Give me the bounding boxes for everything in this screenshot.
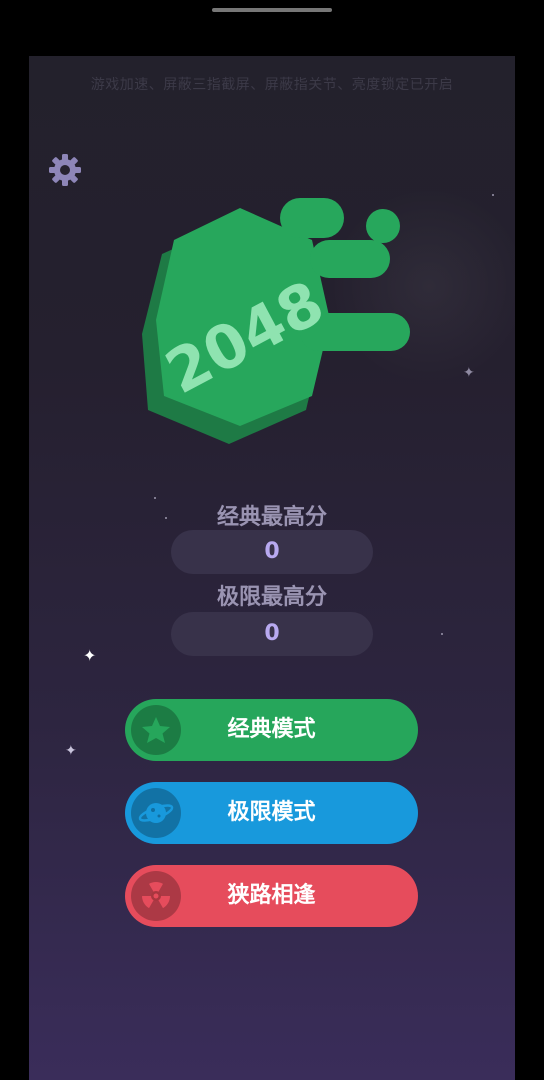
classic-high-score-value: 0: [171, 530, 373, 574]
classic-high-score-label: 经典最高分: [216, 505, 327, 530]
game-home-screen: 游戏加速、屏蔽三指截屏、屏蔽指关节、亮度锁定已开启 2048 ✦ ✦ ✦ 经典最…: [29, 56, 515, 1080]
limit-mode-button[interactable]: 极限模式: [125, 782, 418, 844]
narrow-road-label: 狭路相逢: [227, 883, 316, 908]
limit-high-score-value: 0: [171, 612, 373, 656]
game-logo: 2048: [142, 198, 410, 444]
settings-button[interactable]: [47, 152, 83, 188]
sparkle-star: ✦: [65, 743, 77, 759]
limit-high-score-label: 极限最高分: [216, 585, 327, 610]
narrow-road-button[interactable]: 狭路相逢: [125, 865, 418, 927]
classic-mode-button[interactable]: 经典模式: [125, 699, 418, 761]
star-dot: [492, 194, 494, 196]
game-assistant-notice: 游戏加速、屏蔽三指截屏、屏蔽指关节、亮度锁定已开启: [90, 77, 454, 93]
limit-mode-label: 极限模式: [227, 800, 316, 825]
sparkle-star: ✦: [83, 646, 97, 665]
star-dot: [441, 633, 443, 635]
sparkle-star: ✦: [463, 365, 475, 381]
classic-mode-label: 经典模式: [227, 717, 316, 742]
home-indicator: [212, 8, 332, 12]
gear-icon: [49, 154, 81, 186]
